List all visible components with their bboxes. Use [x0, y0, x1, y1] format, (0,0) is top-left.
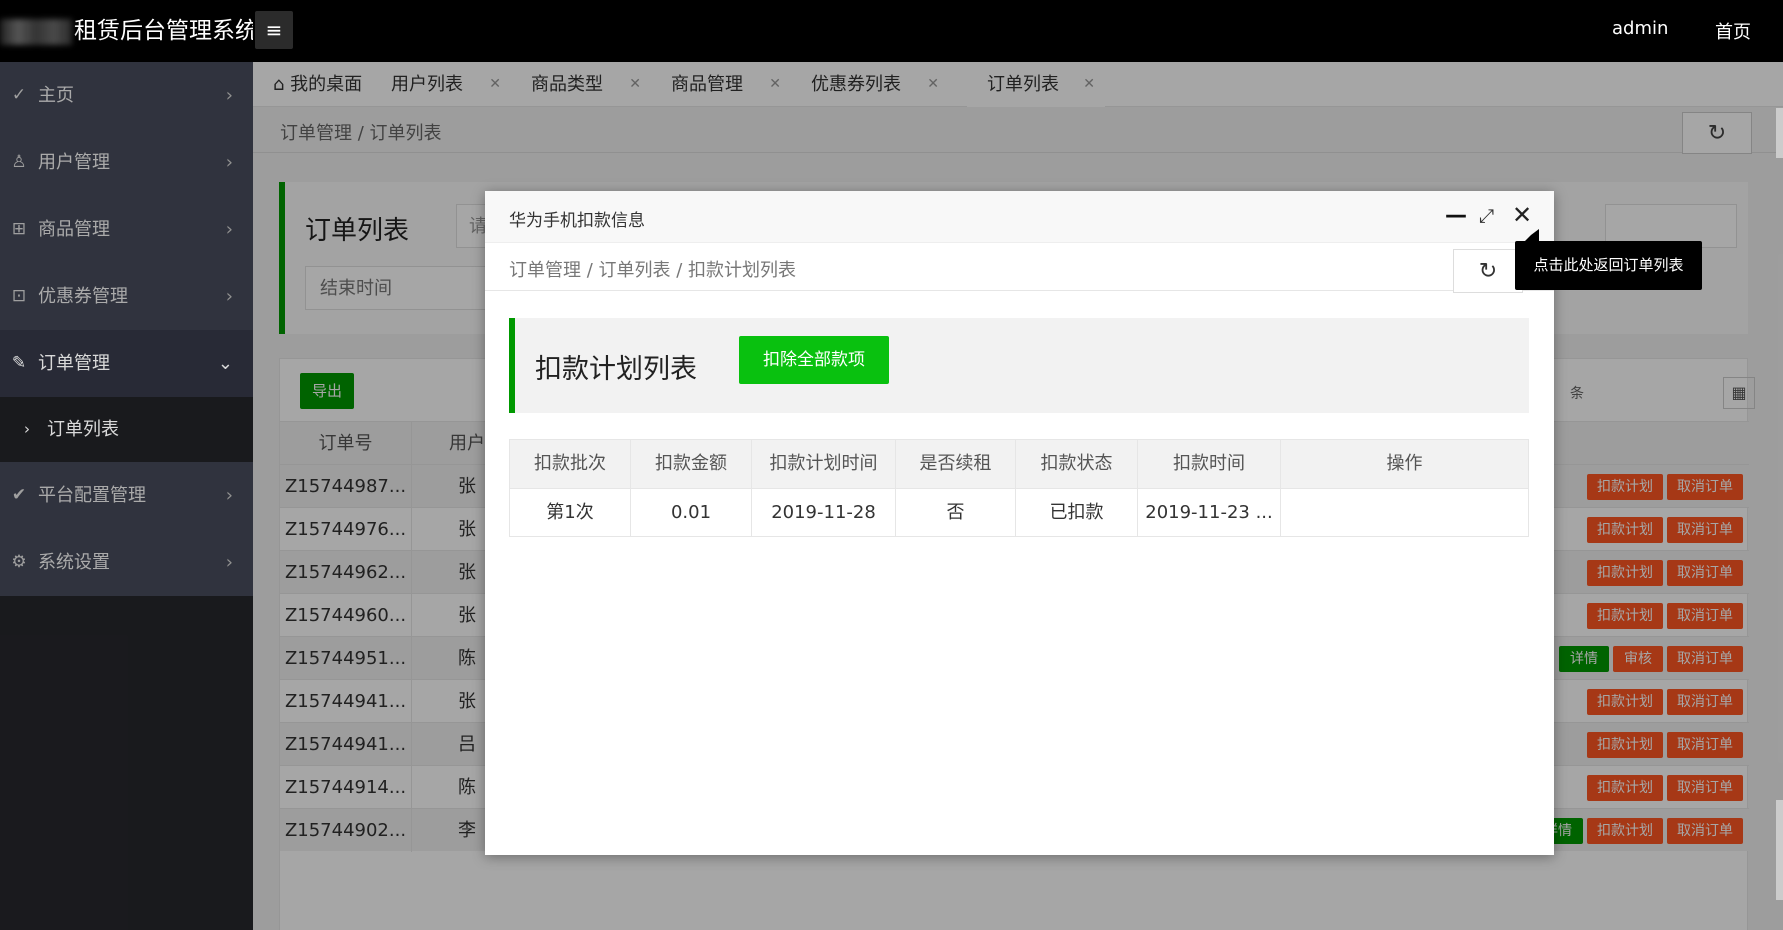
modal-overlay-sidebar [0, 62, 253, 930]
deduction-plan-panel: 扣款计划列表 扣除全部款项 [509, 318, 1529, 413]
user-name-link[interactable]: admin [1612, 18, 1668, 39]
deduction-plan-table: 扣款批次 扣款金额 扣款计划时间 是否续租 扣款状态 扣款时间 操作 第1次 0… [509, 439, 1529, 537]
table-header-cell: 扣款批次 [510, 440, 631, 488]
table-header-cell: 扣款计划时间 [752, 440, 896, 488]
modal-header: 华为手机扣款信息 — ⤢ ✕ [485, 191, 1554, 243]
menu-toggle-button[interactable]: ≡ [255, 11, 293, 49]
table-header-cell: 是否续租 [896, 440, 1016, 488]
blurred-logo-text [0, 18, 72, 45]
table-header-cell: 扣款状态 [1016, 440, 1138, 488]
deduct-all-button[interactable]: 扣除全部款项 [739, 336, 889, 384]
table-cell: 已扣款 [1016, 489, 1138, 537]
table-header-row: 扣款批次 扣款金额 扣款计划时间 是否续租 扣款状态 扣款时间 操作 [510, 440, 1528, 488]
hamburger-icon: ≡ [265, 18, 283, 42]
table-cell: 2019-11-28 [752, 489, 896, 537]
table-cell [1281, 489, 1528, 537]
top-bar: 租赁后台管理系统 ≡ admin 首页 [0, 0, 1783, 62]
home-link[interactable]: 首页 [1715, 18, 1751, 44]
scrollbar-thumb[interactable] [1776, 800, 1783, 900]
table-cell: 0.01 [631, 489, 752, 537]
deduction-plan-title: 扣款计划列表 [535, 354, 697, 385]
tooltip: 点击此处返回订单列表 [1515, 241, 1702, 290]
minimize-icon[interactable]: — [1445, 203, 1467, 228]
table-header-cell: 操作 [1386, 453, 1423, 474]
table-header-cell: 扣款金额 [631, 440, 752, 488]
table-cell: 2019-11-23 ... [1138, 489, 1281, 537]
table-row: 第1次 0.01 2019-11-28 否 已扣款 2019-11-23 ... [510, 488, 1528, 537]
modal-title: 华为手机扣款信息 [509, 211, 645, 231]
table-cell: 否 [896, 489, 1016, 537]
scrollbar-thumb[interactable] [1776, 108, 1783, 158]
close-icon[interactable]: ✕ [1512, 201, 1532, 229]
deduction-info-modal: 华为手机扣款信息 — ⤢ ✕ 订单管理 / 订单列表 / 扣款计划列表 ↻ 扣款… [485, 191, 1554, 855]
table-header-cell: 扣款时间 [1138, 440, 1281, 488]
modal-breadcrumb-bar: 订单管理 / 订单列表 / 扣款计划列表 [485, 243, 1554, 291]
maximize-icon[interactable]: ⤢ [1479, 205, 1494, 227]
modal-refresh-button[interactable]: ↻ [1453, 249, 1523, 293]
refresh-icon: ↻ [1478, 259, 1498, 284]
app-title: 租赁后台管理系统 [74, 18, 253, 44]
modal-breadcrumb: 订单管理 / 订单列表 / 扣款计划列表 [509, 260, 797, 281]
app-logo: 租赁后台管理系统 [0, 0, 253, 62]
table-cell: 第1次 [510, 489, 631, 537]
